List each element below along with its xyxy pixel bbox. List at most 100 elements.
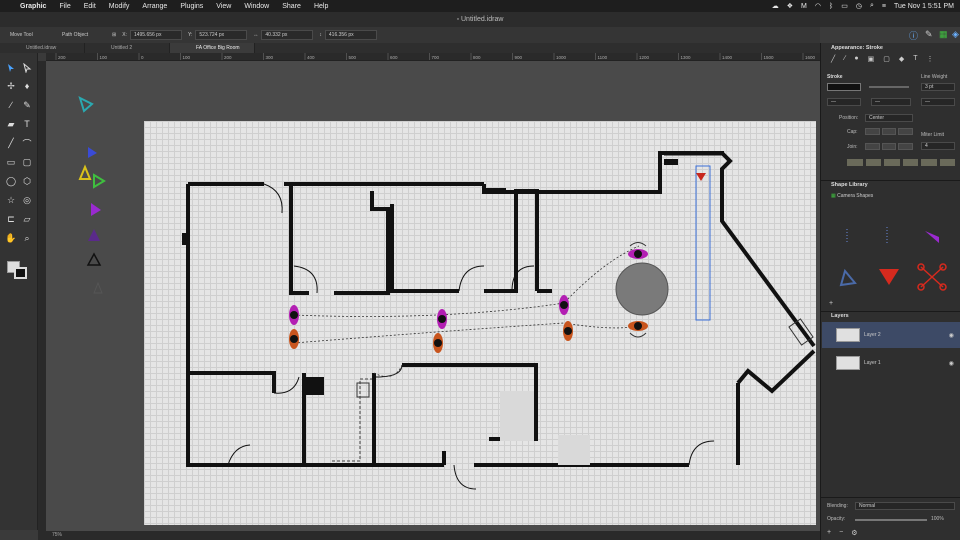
layer-1-name[interactable]: Layer 1 (864, 360, 881, 366)
join-buttons[interactable] (865, 143, 914, 150)
dot-icon[interactable]: ● (854, 55, 858, 65)
eye-icon[interactable]: ◉ (949, 360, 954, 367)
cap-buttons[interactable] (865, 128, 914, 135)
brush-icon[interactable]: ∕ (4, 98, 18, 112)
blue-camera-icon[interactable] (88, 147, 97, 158)
clock-icon[interactable]: ◷ (856, 2, 862, 10)
tab-fa-office-big-room[interactable]: FA Office Big Room (170, 43, 255, 53)
eraser-style-icon[interactable]: ◆ (899, 55, 904, 65)
dash-end-select[interactable]: — (921, 98, 955, 106)
star-tool-icon[interactable]: ☆ (4, 193, 18, 207)
stroke-opacity-slider[interactable] (869, 86, 909, 88)
canvas-area[interactable] (46, 61, 820, 531)
line-icon[interactable]: ╱ (831, 55, 835, 65)
blending-select[interactable]: Normal (855, 502, 955, 510)
position-select[interactable]: Center (865, 114, 913, 122)
wifi-icon[interactable]: ◠ (815, 2, 821, 10)
layer-settings-icon[interactable]: ⚙ (851, 529, 857, 537)
bluetooth-icon[interactable]: ᛒ (829, 3, 833, 10)
info-icon[interactable]: ⓘ (909, 29, 918, 42)
curve-tool-icon[interactable]: ⌒ (20, 136, 34, 150)
gray-camera-icon[interactable] (93, 281, 103, 294)
miter-limit-field[interactable]: 4 (921, 142, 955, 150)
purple-camera-icon[interactable] (91, 203, 101, 216)
shape-category-select[interactable]: ▦ Camera Shapes (831, 192, 955, 201)
node-tool-icon[interactable]: ✢ (4, 79, 18, 93)
layer-2-name[interactable]: Layer 2 (864, 332, 881, 338)
shear-tool-icon[interactable]: ▱ (20, 212, 34, 226)
filter-icon[interactable]: ⋮ (927, 55, 934, 65)
ellipse-tool-icon[interactable]: ◯ (4, 174, 18, 188)
search-icon[interactable]: ⌕ (870, 2, 874, 10)
menu-help[interactable]: Help (314, 3, 328, 10)
mail-icon[interactable]: M (801, 3, 807, 10)
green-camera-icon[interactable] (93, 173, 106, 189)
add-shape-icon[interactable]: + (829, 300, 833, 307)
tab-untitled-2[interactable]: Untitled 2 (85, 43, 170, 53)
shape-library-grid[interactable] (821, 203, 960, 298)
zoom-tool-icon[interactable]: ⌕ (20, 231, 34, 245)
anchor-icon[interactable]: ⊞ (112, 32, 116, 38)
menu-view[interactable]: View (216, 3, 231, 10)
battery-icon[interactable]: ▭ (841, 2, 848, 10)
drawing-page[interactable] (144, 121, 816, 525)
dash-start-select[interactable]: — (827, 98, 861, 106)
width-field[interactable]: 40.332 px (261, 30, 314, 40)
menu-file[interactable]: File (59, 3, 70, 10)
zoom-level[interactable]: 75% (52, 532, 62, 538)
cloud-icon[interactable]: ☁ (772, 2, 779, 10)
wall-box (182, 233, 186, 245)
x-field[interactable]: 1495.656 px (129, 30, 182, 40)
pen-icon[interactable]: ✎ (925, 29, 933, 40)
violet-camera-icon[interactable] (88, 229, 100, 241)
menu-clock[interactable]: Tue Nov 1 5:51 PM (894, 3, 954, 10)
eraser-icon[interactable]: ▰ (4, 117, 18, 131)
swatch-icon[interactable]: ▢ (883, 55, 890, 65)
dropbox-icon[interactable]: ❖ (787, 2, 793, 10)
crop-tool-icon[interactable]: ⊏ (4, 212, 18, 226)
eye-icon[interactable]: ◉ (949, 332, 954, 339)
dash-pattern-select[interactable]: — (871, 98, 911, 106)
layer-row-2[interactable]: Layer 2 ◉ (822, 322, 960, 348)
height-field[interactable]: 416.356 px (324, 30, 377, 40)
add-layer-icon[interactable]: + (827, 529, 831, 537)
yellow-camera-icon[interactable] (78, 164, 92, 180)
equipment-block (304, 377, 324, 395)
stroke-color-well[interactable] (827, 83, 861, 91)
paint-bucket-icon[interactable]: ♦ (20, 79, 34, 93)
layers-icon[interactable]: ◈ (952, 29, 959, 40)
layer-row-1[interactable]: Layer 1 ◉ (822, 350, 960, 376)
line-tool-icon[interactable]: ╱ (4, 136, 18, 150)
polygon-tool-icon[interactable]: ⬡ (20, 174, 34, 188)
rectangle-tool-icon[interactable]: ▭ (4, 155, 18, 169)
menu-edit[interactable]: Edit (84, 3, 96, 10)
brush-style-icon[interactable]: ∕ (844, 55, 845, 65)
pencil-icon[interactable]: ✎ (20, 98, 34, 112)
remove-layer-icon[interactable]: − (839, 529, 843, 537)
menu-share[interactable]: Share (282, 3, 301, 10)
black-camera-icon[interactable] (86, 252, 102, 266)
select-arrow-icon[interactable] (4, 61, 18, 75)
menu-app-name[interactable]: Graphic (20, 3, 46, 10)
menu-arrange[interactable]: Arrange (142, 3, 167, 10)
spiral-tool-icon[interactable]: ◎ (20, 193, 34, 207)
menu-window[interactable]: Window (244, 3, 269, 10)
direct-select-icon[interactable] (20, 61, 34, 75)
gradient-icon[interactable]: ▣ (868, 55, 875, 65)
text-style-icon[interactable]: T (913, 55, 917, 65)
menu-modify[interactable]: Modify (109, 3, 130, 10)
y-field[interactable]: 523.724 px (195, 30, 248, 40)
rounded-rect-tool-icon[interactable]: ▢ (20, 155, 34, 169)
teal-camera-icon[interactable] (78, 96, 94, 113)
line-weight-field[interactable]: 3 pt (921, 83, 955, 91)
menu-plugins[interactable]: Plugins (180, 3, 203, 10)
grid-icon[interactable]: ▦ (939, 29, 948, 40)
tab-untitled-idraw[interactable]: Untitled.idraw (0, 43, 85, 53)
dash-pattern-boxes[interactable] (847, 159, 955, 166)
hand-tool-icon[interactable]: ✋ (4, 231, 18, 245)
control-center-icon[interactable]: ≡ (882, 3, 886, 10)
fill-stroke-swatch[interactable] (7, 261, 29, 281)
opacity-slider[interactable] (855, 519, 927, 521)
cap-label: Cap: (847, 129, 858, 135)
text-tool-icon[interactable]: T (20, 117, 34, 131)
